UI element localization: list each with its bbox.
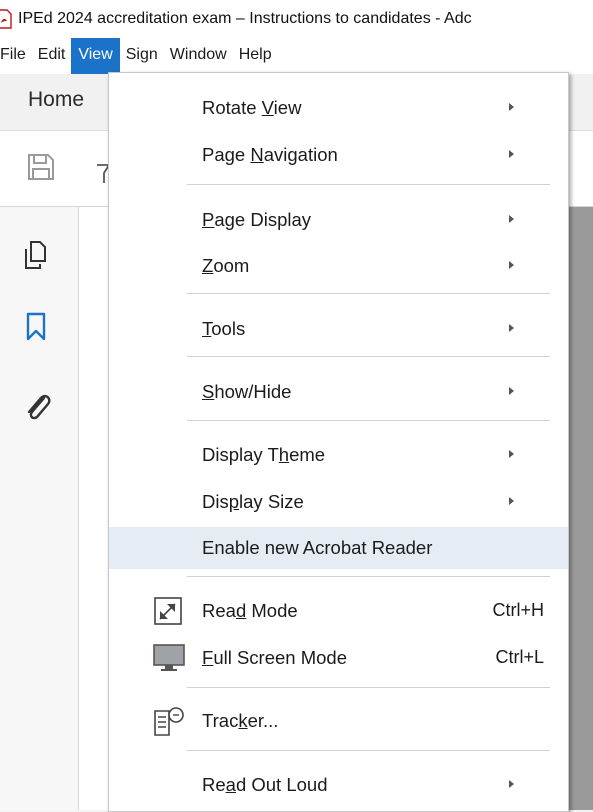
window-title: IPEd 2024 accreditation exam – Instructi… bbox=[18, 10, 472, 27]
read-mode-icon bbox=[154, 597, 182, 625]
menu-item-read-out-loud[interactable]: Read Out Loud bbox=[109, 764, 568, 806]
submenu-arrow-icon bbox=[509, 324, 514, 332]
menu-separator bbox=[187, 356, 550, 357]
left-navigation-rail bbox=[0, 207, 79, 810]
menu-item-enable-new-acrobat-reader[interactable]: Enable new Acrobat Reader bbox=[109, 527, 568, 569]
menu-item-page-navigation[interactable]: Page Navigation bbox=[109, 134, 568, 176]
menu-item-show-hide[interactable]: Show/Hide bbox=[109, 371, 568, 413]
menu-item-page-display[interactable]: Page Display bbox=[109, 199, 568, 241]
submenu-arrow-icon bbox=[509, 387, 514, 395]
menu-item-full-screen-mode[interactable]: Full Screen Mode Ctrl+L bbox=[109, 637, 568, 679]
submenu-arrow-icon bbox=[509, 780, 514, 788]
read-mode-shortcut: Ctrl+H bbox=[492, 600, 544, 620]
submenu-arrow-icon bbox=[509, 150, 514, 158]
menu-bar: File Edit View Sign Window Help bbox=[0, 38, 593, 74]
menu-separator bbox=[187, 576, 550, 577]
menu-item-tracker[interactable]: Tracker... bbox=[109, 700, 568, 742]
menu-item-display-size[interactable]: Display Size bbox=[109, 481, 568, 523]
menu-separator bbox=[187, 184, 550, 185]
submenu-arrow-icon bbox=[509, 261, 514, 269]
menu-help[interactable]: Help bbox=[233, 38, 278, 74]
submenu-arrow-icon bbox=[509, 103, 514, 111]
menu-item-display-theme[interactable]: Display Theme bbox=[109, 434, 568, 476]
title-bar: IPEd 2024 accreditation exam – Instructi… bbox=[0, 0, 593, 38]
menu-separator bbox=[187, 750, 550, 751]
acrobat-pdf-icon bbox=[0, 9, 12, 29]
menu-file[interactable]: File bbox=[0, 38, 32, 74]
paperclip-icon[interactable] bbox=[22, 390, 52, 424]
menu-item-read-mode[interactable]: Read Mode Ctrl+H bbox=[109, 590, 568, 632]
tracker-icon bbox=[154, 707, 184, 736]
full-screen-shortcut: Ctrl+L bbox=[495, 647, 544, 667]
menu-separator bbox=[187, 420, 550, 421]
save-icon[interactable] bbox=[26, 152, 56, 182]
menu-separator bbox=[187, 293, 550, 294]
tab-home[interactable]: Home bbox=[28, 88, 84, 112]
submenu-arrow-icon bbox=[509, 497, 514, 505]
menu-sign[interactable]: Sign bbox=[120, 38, 164, 74]
menu-view[interactable]: View bbox=[71, 38, 120, 74]
menu-separator bbox=[187, 687, 550, 688]
menu-item-zoom[interactable]: Zoom bbox=[109, 245, 568, 287]
menu-window[interactable]: Window bbox=[164, 38, 233, 74]
full-screen-monitor-icon bbox=[153, 644, 185, 671]
page-thumbnails-icon[interactable] bbox=[23, 240, 51, 270]
bookmark-icon[interactable] bbox=[25, 312, 47, 342]
submenu-arrow-icon bbox=[509, 215, 514, 223]
submenu-arrow-icon bbox=[509, 450, 514, 458]
view-menu-dropdown: Rotate View Page Navigation Page Display… bbox=[108, 72, 569, 812]
menu-item-rotate-view[interactable]: Rotate View bbox=[109, 87, 568, 129]
menu-edit[interactable]: Edit bbox=[32, 38, 72, 74]
menu-item-tools[interactable]: Tools bbox=[109, 308, 568, 350]
